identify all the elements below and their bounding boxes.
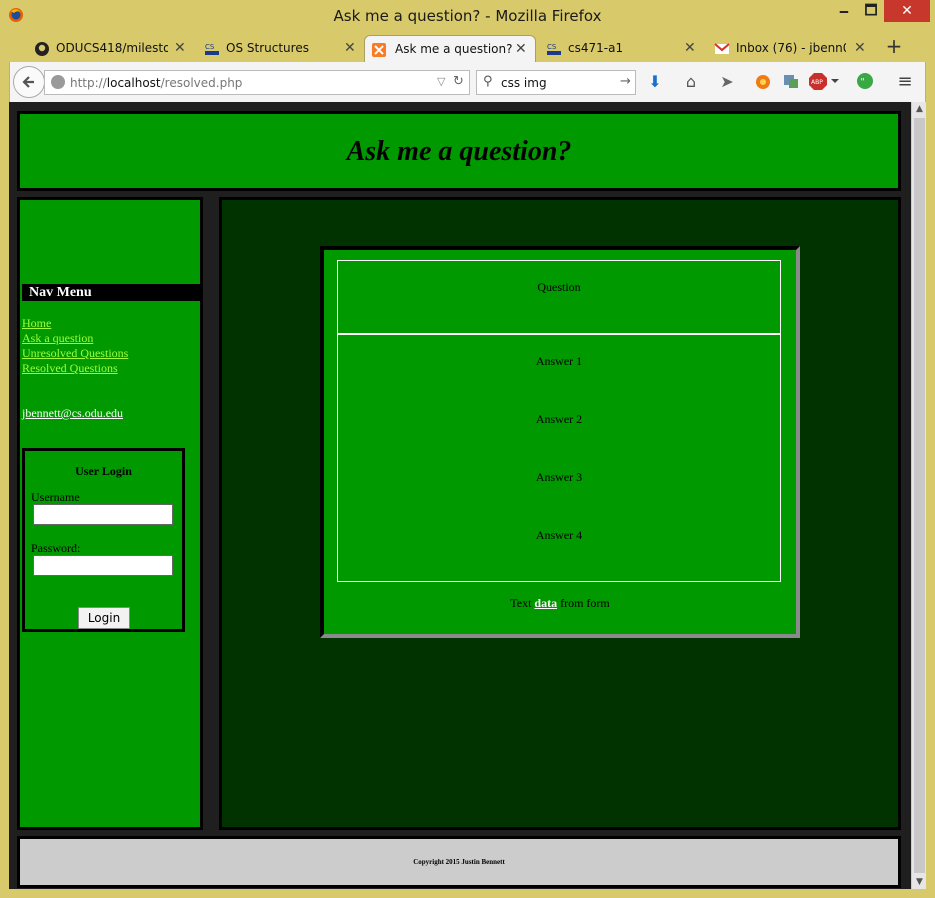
cs-icon: CS: [205, 43, 219, 55]
url-bar[interactable]: http://localhost/resolved.php ▽ ↻: [44, 70, 470, 95]
url-text: http://localhost/resolved.php: [70, 76, 243, 90]
maximize-button[interactable]: 🗖: [858, 0, 884, 22]
username-label: Username: [31, 490, 80, 504]
search-icon: ⚲: [483, 74, 493, 89]
site-footer: Copyright 2015 Justin Bennett: [17, 836, 901, 888]
answer-option[interactable]: Answer 2: [338, 412, 780, 427]
copyright-text: Copyright 2015 Justin Bennett: [413, 858, 505, 866]
url-dropdown-icon[interactable]: ▽: [437, 75, 445, 88]
answer-option[interactable]: Answer 1: [338, 354, 780, 369]
scrollbar-thumb[interactable]: [914, 118, 925, 873]
password-label: Password:: [31, 541, 81, 555]
tab-label: Inbox (76) - jbenn0...: [736, 41, 846, 55]
close-tab-icon[interactable]: ✕: [515, 41, 527, 57]
window-bottom-frame: [0, 889, 935, 898]
svg-text:": ": [861, 78, 865, 88]
tab-label: Ask me a question?: [395, 42, 513, 56]
window-title: Ask me a question? - Mozilla Firefox: [333, 7, 602, 25]
answer-option[interactable]: Answer 4: [338, 528, 780, 543]
download-icon[interactable]: ⬇: [645, 72, 665, 92]
answer-option[interactable]: Answer 3: [338, 470, 780, 485]
xampp-icon: [372, 43, 386, 57]
new-tab-button[interactable]: +: [884, 36, 904, 56]
tab-label: OS Structures: [226, 41, 309, 55]
main-content: Question Answer 1 Answer 2 Answer 3 Answ…: [219, 197, 901, 830]
nav-link-home[interactable]: Home: [22, 316, 128, 331]
scroll-down-icon[interactable]: ▼: [912, 875, 927, 889]
window-titlebar: Ask me a question? - Mozilla Firefox 🗕 🗖…: [0, 0, 935, 32]
scroll-up-icon[interactable]: ▲: [912, 102, 927, 116]
data-link[interactable]: data: [534, 596, 557, 610]
svg-text:CS: CS: [205, 43, 215, 51]
tab-os-structures[interactable]: CS OS Structures ✕: [198, 35, 362, 62]
menu-icon[interactable]: ≡: [895, 72, 915, 92]
tab-strip: ODUCS418/milesto... ✕ CS OS Structures ✕…: [0, 32, 935, 62]
question-table: Question Answer 1 Answer 2 Answer 3 Answ…: [337, 260, 781, 582]
question-card: Question Answer 1 Answer 2 Answer 3 Answ…: [320, 246, 800, 638]
back-button[interactable]: [13, 66, 45, 98]
tab-oducs418[interactable]: ODUCS418/milesto... ✕: [28, 35, 194, 62]
adblock-icon[interactable]: ABP: [809, 72, 839, 92]
close-tab-icon[interactable]: ✕: [174, 40, 186, 56]
search-go-icon[interactable]: →: [620, 74, 631, 89]
page-viewport: Ask me a question? Nav Menu Home Ask a q…: [9, 102, 911, 889]
home-icon[interactable]: ⌂: [681, 72, 701, 92]
username-field[interactable]: [33, 504, 173, 525]
minimize-button[interactable]: 🗕: [830, 0, 858, 22]
tab-cs471-a1[interactable]: CS cs471-a1 ✕: [540, 35, 704, 62]
svg-text:ABP: ABP: [811, 79, 823, 86]
close-window-button[interactable]: ✕: [884, 0, 930, 22]
tab-ask-me-a-question[interactable]: Ask me a question? ✕: [364, 35, 536, 62]
tab-label: ODUCS418/milesto...: [56, 41, 168, 55]
search-bar[interactable]: ⚲ →: [476, 70, 636, 95]
site-header: Ask me a question?: [17, 111, 901, 191]
vertical-scrollbar[interactable]: ▲ ▼: [911, 102, 926, 889]
nav-link-resolved-questions[interactable]: Resolved Questions: [22, 361, 128, 376]
send-icon[interactable]: ➤: [717, 72, 737, 92]
question-text: Question: [537, 280, 581, 294]
user-login-box: User Login Username Password: Login: [22, 448, 185, 632]
navigation-toolbar: http://localhost/resolved.php ▽ ↻ ⚲ → ⬇ …: [9, 62, 926, 102]
github-icon: [35, 42, 49, 56]
login-button[interactable]: Login: [78, 607, 130, 629]
extension-icon[interactable]: [781, 72, 801, 92]
close-tab-icon[interactable]: ✕: [344, 40, 356, 56]
cs-icon: CS: [547, 43, 561, 55]
nav-links: Home Ask a question Unresolved Questions…: [22, 316, 128, 376]
password-field[interactable]: [33, 555, 173, 576]
sidebar: Nav Menu Home Ask a question Unresolved …: [17, 197, 203, 830]
tab-label: cs471-a1: [568, 41, 624, 55]
tab-inbox[interactable]: Inbox (76) - jbenn0... ✕: [708, 35, 878, 62]
login-title: User Login: [75, 464, 132, 478]
firebug-icon[interactable]: [753, 72, 773, 92]
svg-text:CS: CS: [547, 43, 557, 51]
nav-link-unresolved-questions[interactable]: Unresolved Questions: [22, 346, 128, 361]
hangouts-icon[interactable]: ": [855, 72, 875, 92]
email-link[interactable]: jbennett@cs.odu.edu: [22, 406, 123, 421]
nav-menu-title: Nav Menu: [29, 285, 92, 300]
back-arrow-icon: [22, 76, 34, 88]
page-title: Ask me a question?: [346, 136, 572, 167]
reload-icon[interactable]: ↻: [453, 74, 464, 89]
globe-icon: [51, 75, 65, 89]
close-tab-icon[interactable]: ✕: [684, 40, 696, 56]
form-data-text: Text data from form: [510, 596, 610, 610]
nav-link-ask-a-question[interactable]: Ask a question: [22, 331, 128, 346]
nav-menu-heading: Nav Menu: [22, 284, 200, 301]
divider: [338, 333, 780, 335]
search-input[interactable]: [501, 75, 611, 91]
gmail-icon: [714, 43, 730, 54]
close-tab-icon[interactable]: ✕: [854, 40, 866, 56]
